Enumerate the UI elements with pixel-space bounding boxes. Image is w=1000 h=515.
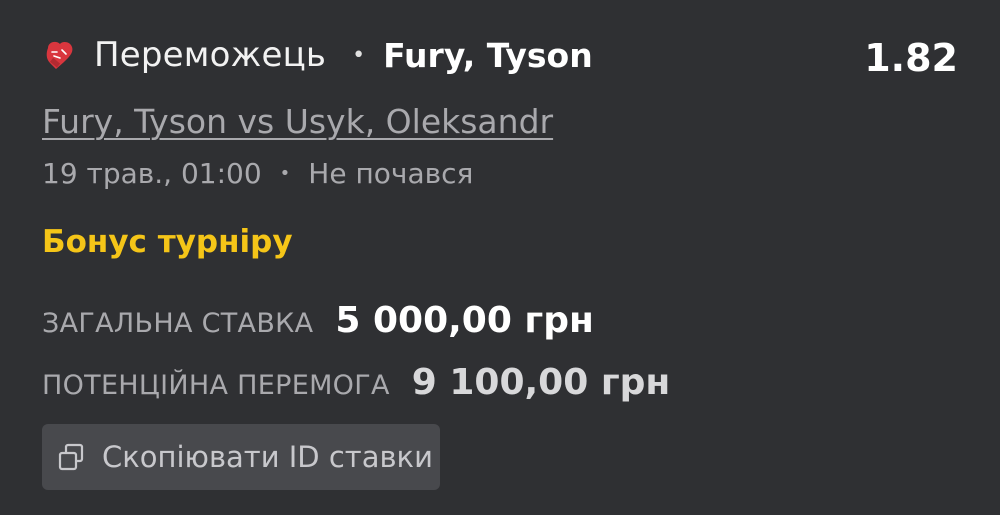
separator-dot: • — [279, 163, 291, 184]
copy-icon — [56, 442, 86, 472]
boxing-glove-icon — [42, 38, 76, 72]
bet-header: Переможець • Fury, Tyson — [42, 30, 593, 80]
bet-card: Переможець • Fury, Tyson 1.82 Fury, Tyso… — [0, 0, 1000, 515]
market-name: Переможець — [94, 35, 327, 75]
event-date: 19 трав., 01:00 — [42, 157, 262, 190]
event-status: Не почався — [308, 157, 474, 190]
potential-win-value: 9 100,00 грн — [411, 362, 671, 403]
separator-dot: • — [352, 42, 366, 68]
selection-name: Fury, Tyson — [383, 35, 593, 75]
bonus-label: Бонус турніру — [42, 224, 293, 260]
potential-win-label: ПОТЕНЦІЙНА ПЕРЕМОГА — [42, 370, 390, 401]
event-link[interactable]: Fury, Tyson vs Usyk, Oleksandr — [42, 102, 553, 141]
potential-win-row: ПОТЕНЦІЙНА ПЕРЕМОГА 9 100,00 грн — [42, 362, 670, 403]
total-stake-value: 5 000,00 грн — [335, 300, 594, 341]
total-stake-label: ЗАГАЛЬНА СТАВКА — [42, 308, 314, 339]
total-stake-row: ЗАГАЛЬНА СТАВКА 5 000,00 грн — [42, 300, 594, 341]
copy-bet-id-button[interactable]: Скопіювати ID ставки — [42, 424, 440, 490]
odds-value: 1.82 — [864, 36, 958, 80]
event-meta: 19 трав., 01:00 • Не почався — [42, 157, 473, 190]
copy-button-label: Скопіювати ID ставки — [102, 440, 433, 474]
